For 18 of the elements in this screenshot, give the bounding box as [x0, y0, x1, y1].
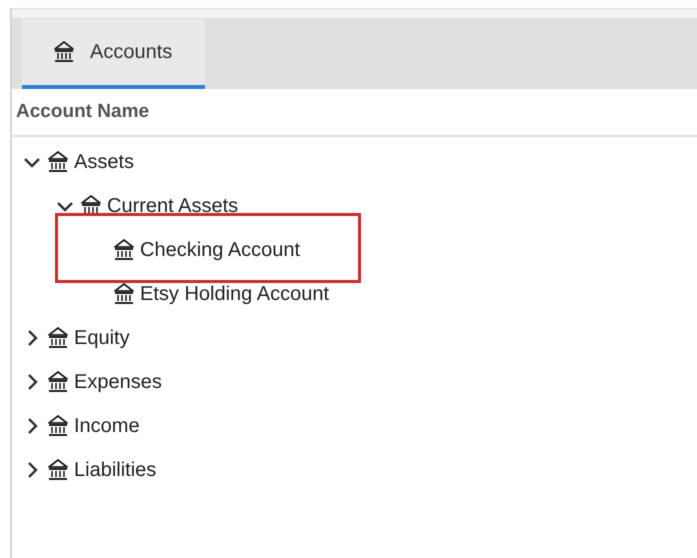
tree-item-label[interactable]: Assets — [74, 150, 134, 174]
bank-icon — [46, 414, 70, 438]
bank-icon — [112, 238, 136, 262]
tree-item-label[interactable]: Income — [74, 414, 140, 438]
bank-icon — [46, 326, 70, 350]
bank-icon — [46, 458, 70, 482]
tree-item-label[interactable]: Etsy Holding Account — [140, 282, 329, 306]
accounts-tab[interactable]: Accounts — [22, 19, 205, 89]
column-header[interactable]: Account Name — [16, 101, 150, 123]
tree-item-label[interactable]: Equity — [74, 326, 130, 350]
bank-icon — [46, 150, 70, 174]
bank-icon — [52, 40, 76, 64]
tree-item-label[interactable]: Checking Account — [140, 238, 300, 262]
tree-item-label[interactable]: Liabilities — [74, 458, 156, 482]
tree-item-label[interactable]: Expenses — [74, 370, 162, 394]
bank-icon — [46, 370, 70, 394]
bank-icon — [112, 282, 136, 306]
tree-item-label[interactable]: Current Assets — [107, 194, 238, 218]
